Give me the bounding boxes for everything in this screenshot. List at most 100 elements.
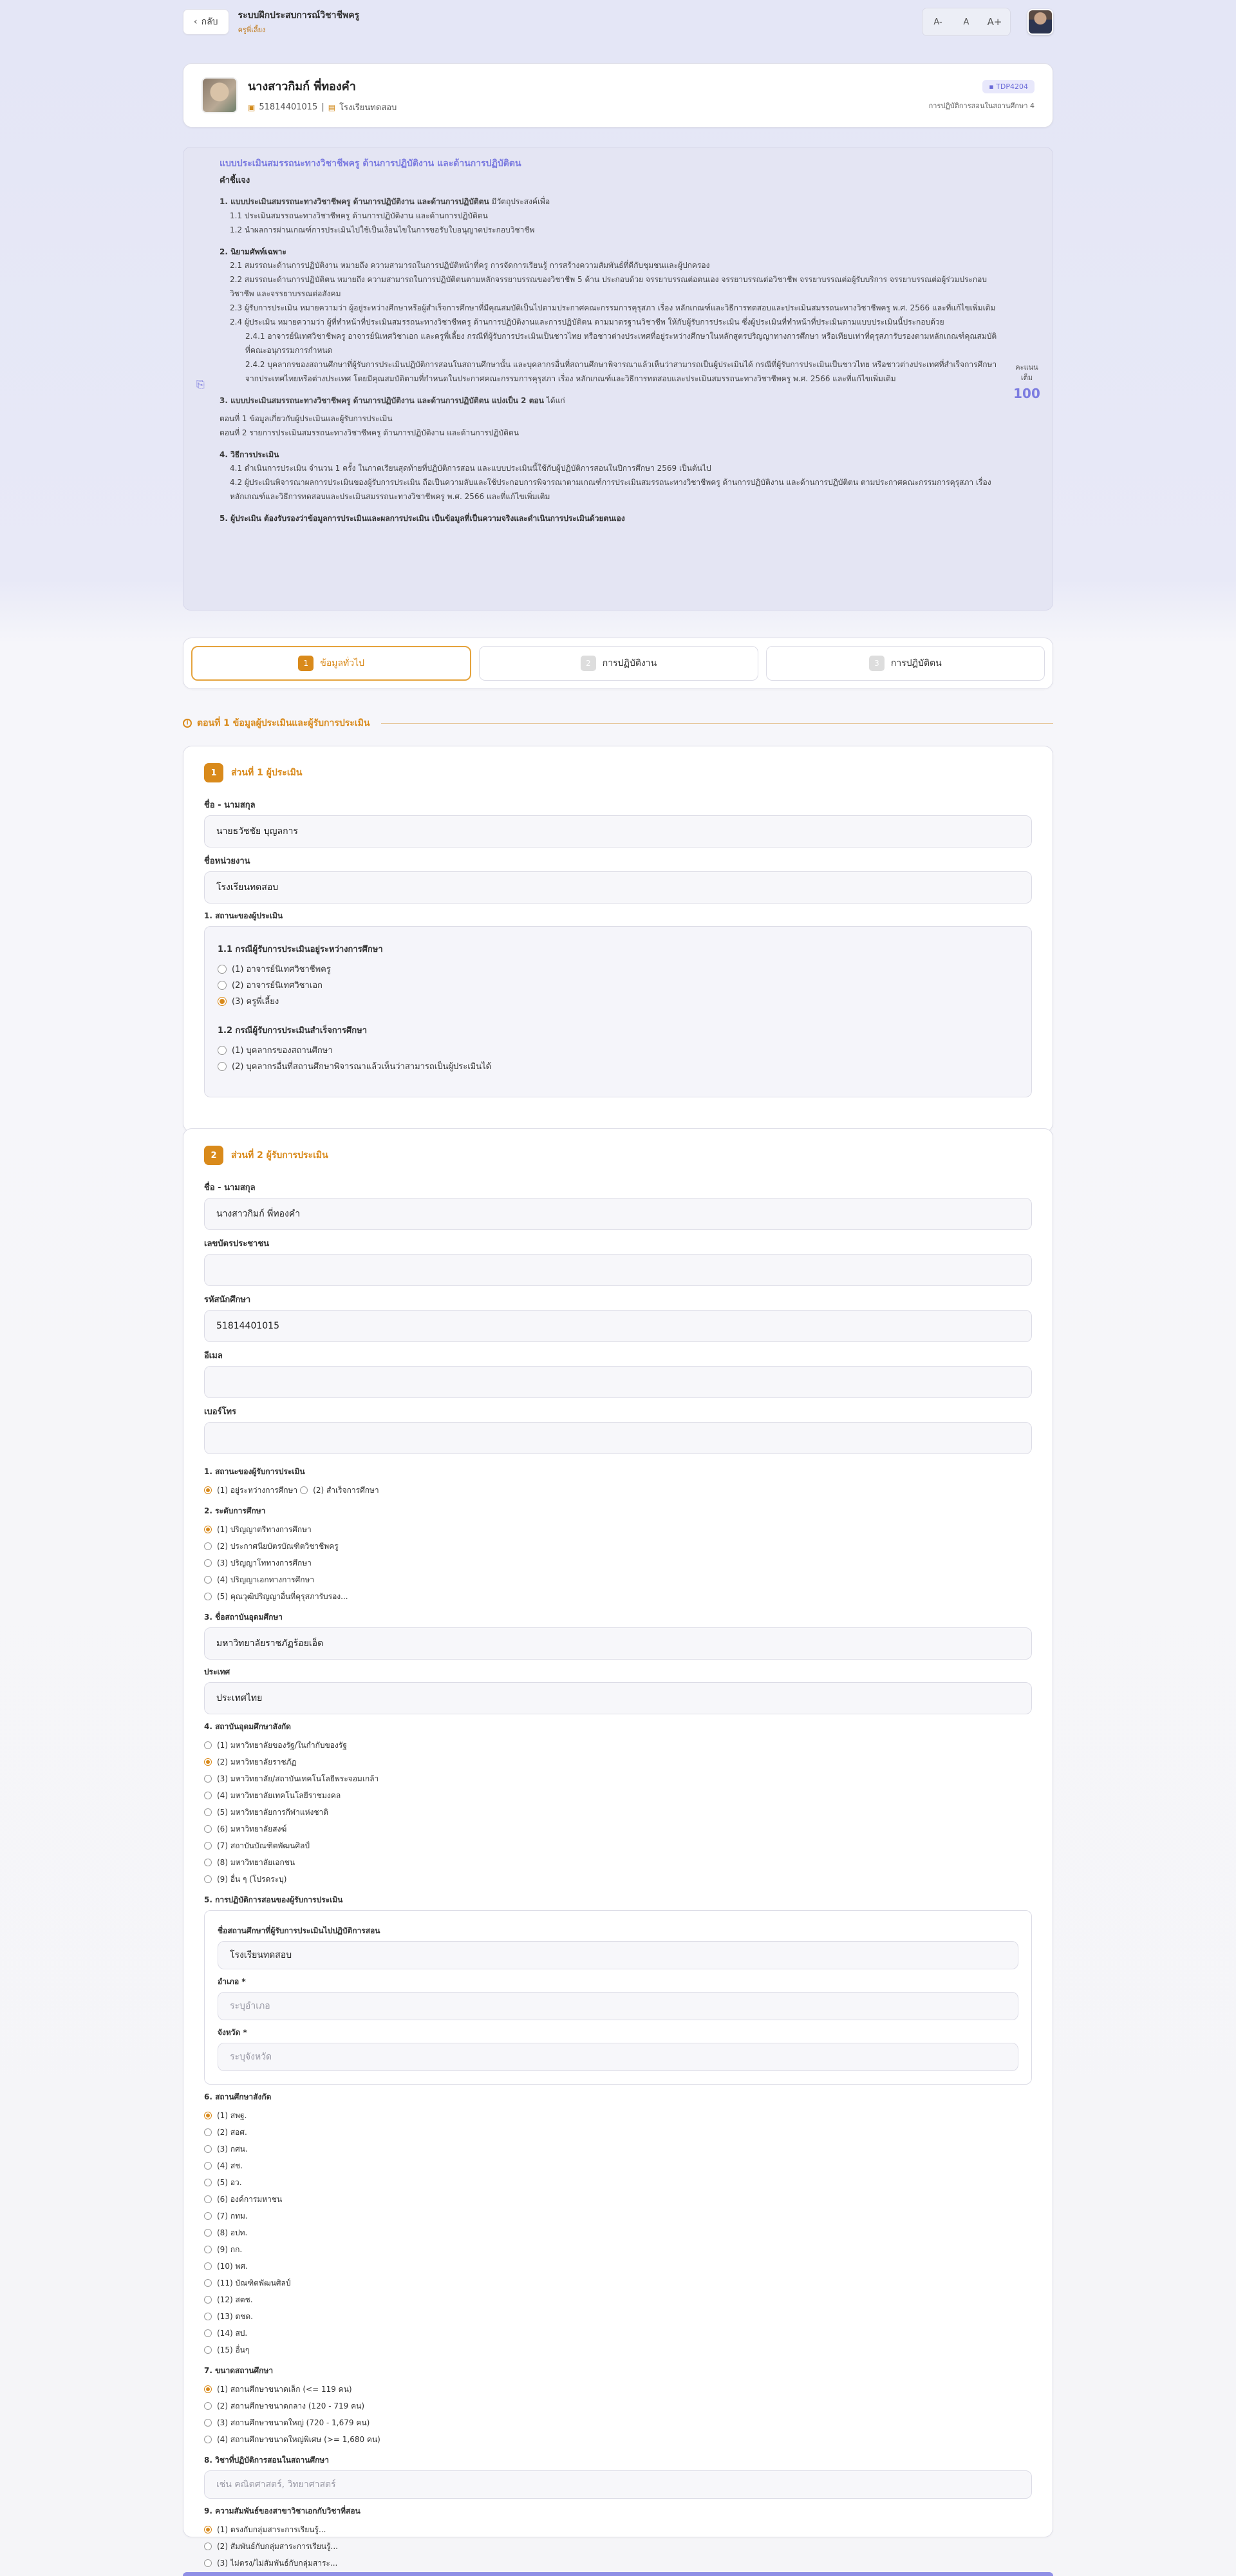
q1-option[interactable]: (1) อยู่ระหว่างการศึกษา [204,1482,297,1499]
subject-field[interactable]: เช่น คณิตศาสตร์, วิทยาศาสตร์ [204,2470,1032,2499]
radio-button[interactable] [204,1808,212,1816]
province-field[interactable]: ระบุจังหวัด [218,2043,1018,2071]
q6-option[interactable]: (2) สอศ. [204,2124,1032,2141]
q9-option[interactable]: (2) สัมพันธ์กับกลุ่มสาระการเรียนรู้... [204,2538,1032,2555]
radio-button[interactable] [204,1792,212,1799]
q4-option[interactable]: (2) มหาวิทยาลัยราชภัฏ [204,1754,1032,1770]
q6-option[interactable]: (3) กศน. [204,2141,1032,2157]
radio-button[interactable] [300,1486,308,1494]
radio-button[interactable] [218,964,227,974]
radio-button[interactable] [204,2179,212,2186]
radio-button[interactable] [204,1593,212,1600]
radio-button[interactable] [218,1045,227,1055]
radio-button[interactable] [204,2313,212,2320]
radio-button[interactable] [204,1559,212,1567]
phone-field[interactable] [204,1422,1032,1454]
q2-option[interactable]: (5) คุณวุฒิปริญญาอื่นที่คุรุสภารับรอง... [204,1588,1032,1605]
radio-button[interactable] [204,1825,212,1833]
radio-button[interactable] [204,1741,212,1749]
q6-option[interactable]: (6) องค์การมหาชน [204,2191,1032,2208]
status-option[interactable]: (1) อาจารย์นิเทศวิชาชีพครู [218,961,1018,977]
radio-button[interactable] [204,1576,212,1584]
assessor-name-field[interactable]: นายธวัชชัย บุญลการ [204,815,1032,848]
radio-button-selected[interactable] [204,1758,212,1766]
q6-option[interactable]: (12) สตช. [204,2291,1032,2308]
radio-button[interactable] [204,2162,212,2170]
radio-button[interactable] [204,2195,212,2203]
back-button[interactable]: ‹ กลับ [183,9,229,35]
q6-option[interactable]: (4) สช. [204,2157,1032,2174]
q4-option[interactable]: (4) มหาวิทยาลัยเทคโนโลยีราชมงคล [204,1787,1032,1804]
q6-option[interactable]: (13) ตชด. [204,2308,1032,2325]
radio-button[interactable] [218,980,227,990]
assessor-org-field[interactable]: โรงเรียนทดสอบ [204,871,1032,904]
status-option[interactable]: (3) ครูพี่เลี้ยง [218,993,1018,1009]
radio-button[interactable] [204,1775,212,1783]
radio-button[interactable] [204,2559,212,2567]
q6-option[interactable]: (8) อปท. [204,2224,1032,2241]
q6-option[interactable]: (15) อื่นๆ [204,2342,1032,2358]
q9-option[interactable]: (1) ตรงกับกลุ่มสาระการเรียนรู้... [204,2521,1032,2538]
student-id-field[interactable]: 51814401015 [204,1310,1032,1342]
q4-option[interactable]: (6) มหาวิทยาลัยสงฆ์ [204,1821,1032,1837]
q4-option[interactable]: (3) มหาวิทยาลัย/สถาบันเทคโนโลยีพระจอมเกล… [204,1770,1032,1787]
tab-self-conduct[interactable]: 3 การปฏิบัติตน [765,646,1045,681]
assessee-name-field[interactable]: นางสาวกิมก์ พี่ทองคำ [204,1198,1032,1230]
radio-button[interactable] [204,2402,212,2410]
user-avatar[interactable] [1027,9,1053,35]
university-field[interactable]: มหาวิทยาลัยราชภัฏร้อยเอ็ด [204,1627,1032,1660]
radio-button[interactable] [204,2436,212,2443]
radio-button[interactable] [204,2262,212,2270]
radio-button-selected[interactable] [204,1486,212,1494]
q4-option[interactable]: (9) อื่น ๆ (โปรดระบุ) [204,1871,1032,1888]
radio-button[interactable] [204,2346,212,2354]
q4-option[interactable]: (8) มหาวิทยาลัยเอกชน [204,1854,1032,1871]
radio-button-selected[interactable] [218,996,227,1006]
radio-button[interactable] [204,2329,212,2337]
q7-option[interactable]: (1) สถานศึกษาขนาดเล็ก (<= 119 คน) [204,2381,1032,2398]
q6-option[interactable]: (5) อว. [204,2174,1032,2191]
radio-button[interactable] [204,1542,212,1550]
radio-button-selected[interactable] [204,1526,212,1533]
radio-button[interactable] [204,2145,212,2153]
status-option[interactable]: (1) บุคลากรของสถานศึกษา [218,1042,1018,1058]
q1-option[interactable]: (2) สำเร็จการศึกษา [300,1482,379,1499]
radio-button-selected[interactable] [204,2112,212,2119]
radio-button[interactable] [218,1061,227,1071]
radio-button[interactable] [204,2279,212,2287]
font-normal-button[interactable]: A [953,11,979,33]
q7-option[interactable]: (3) สถานศึกษาขนาดใหญ่ (720 - 1,679 คน) [204,2414,1032,2431]
radio-button-selected[interactable] [204,2526,212,2533]
status-option[interactable]: (2) บุคลากรอื่นที่สถานศึกษาพิจารณาแล้วเห… [218,1058,1018,1074]
district-field[interactable]: ระบุอำเภอ [218,1992,1018,2020]
font-increase-button[interactable]: A+ [982,11,1007,33]
practice-school-field[interactable]: โรงเรียนทดสอบ [218,1941,1018,1969]
radio-button-selected[interactable] [204,2385,212,2393]
radio-button[interactable] [204,2212,212,2220]
q7-option[interactable]: (2) สถานศึกษาขนาดกลาง (120 - 719 คน) [204,2398,1032,2414]
q4-option[interactable]: (5) มหาวิทยาลัยการกีฬาแห่งชาติ [204,1804,1032,1821]
radio-button[interactable] [204,2128,212,2136]
radio-button[interactable] [204,2246,212,2253]
tab-general-info[interactable]: 1 ข้อมูลทั่วไป [191,646,472,681]
q4-option[interactable]: (7) สถาบันบัณฑิตพัฒนศิลป์ [204,1837,1032,1854]
status-option[interactable]: (2) อาจารย์นิเทศวิชาเอก [218,977,1018,993]
q6-option[interactable]: (7) กทม. [204,2208,1032,2224]
email-field[interactable] [204,1366,1032,1398]
id-card-field[interactable] [204,1254,1032,1286]
q6-option[interactable]: (1) สพฐ. [204,2107,1032,2124]
q6-option[interactable]: (14) สป. [204,2325,1032,2342]
tab-work-performance[interactable]: 2 การปฏิบัติงาน [479,646,758,681]
q7-option[interactable]: (4) สถานศึกษาขนาดใหญ่พิเศษ (>= 1,680 คน) [204,2431,1032,2448]
q6-option[interactable]: (11) บัณฑิตพัฒนศิลป์ [204,2275,1032,2291]
q6-option[interactable]: (9) กก. [204,2241,1032,2258]
radio-button[interactable] [204,1875,212,1883]
radio-button[interactable] [204,2419,212,2427]
radio-button[interactable] [204,1842,212,1850]
font-decrease-button[interactable]: A- [925,11,951,33]
q6-option[interactable]: (10) พศ. [204,2258,1032,2275]
q9-option[interactable]: (3) ไม่ตรง/ไม่สัมพันธ์กับกลุ่มสาระ... [204,2555,1032,2571]
q2-option[interactable]: (2) ประกาศนียบัตรบัณฑิตวิชาชีพครู [204,1538,1032,1555]
q2-option[interactable]: (1) ปริญญาตรีทางการศึกษา [204,1521,1032,1538]
radio-button[interactable] [204,2296,212,2304]
